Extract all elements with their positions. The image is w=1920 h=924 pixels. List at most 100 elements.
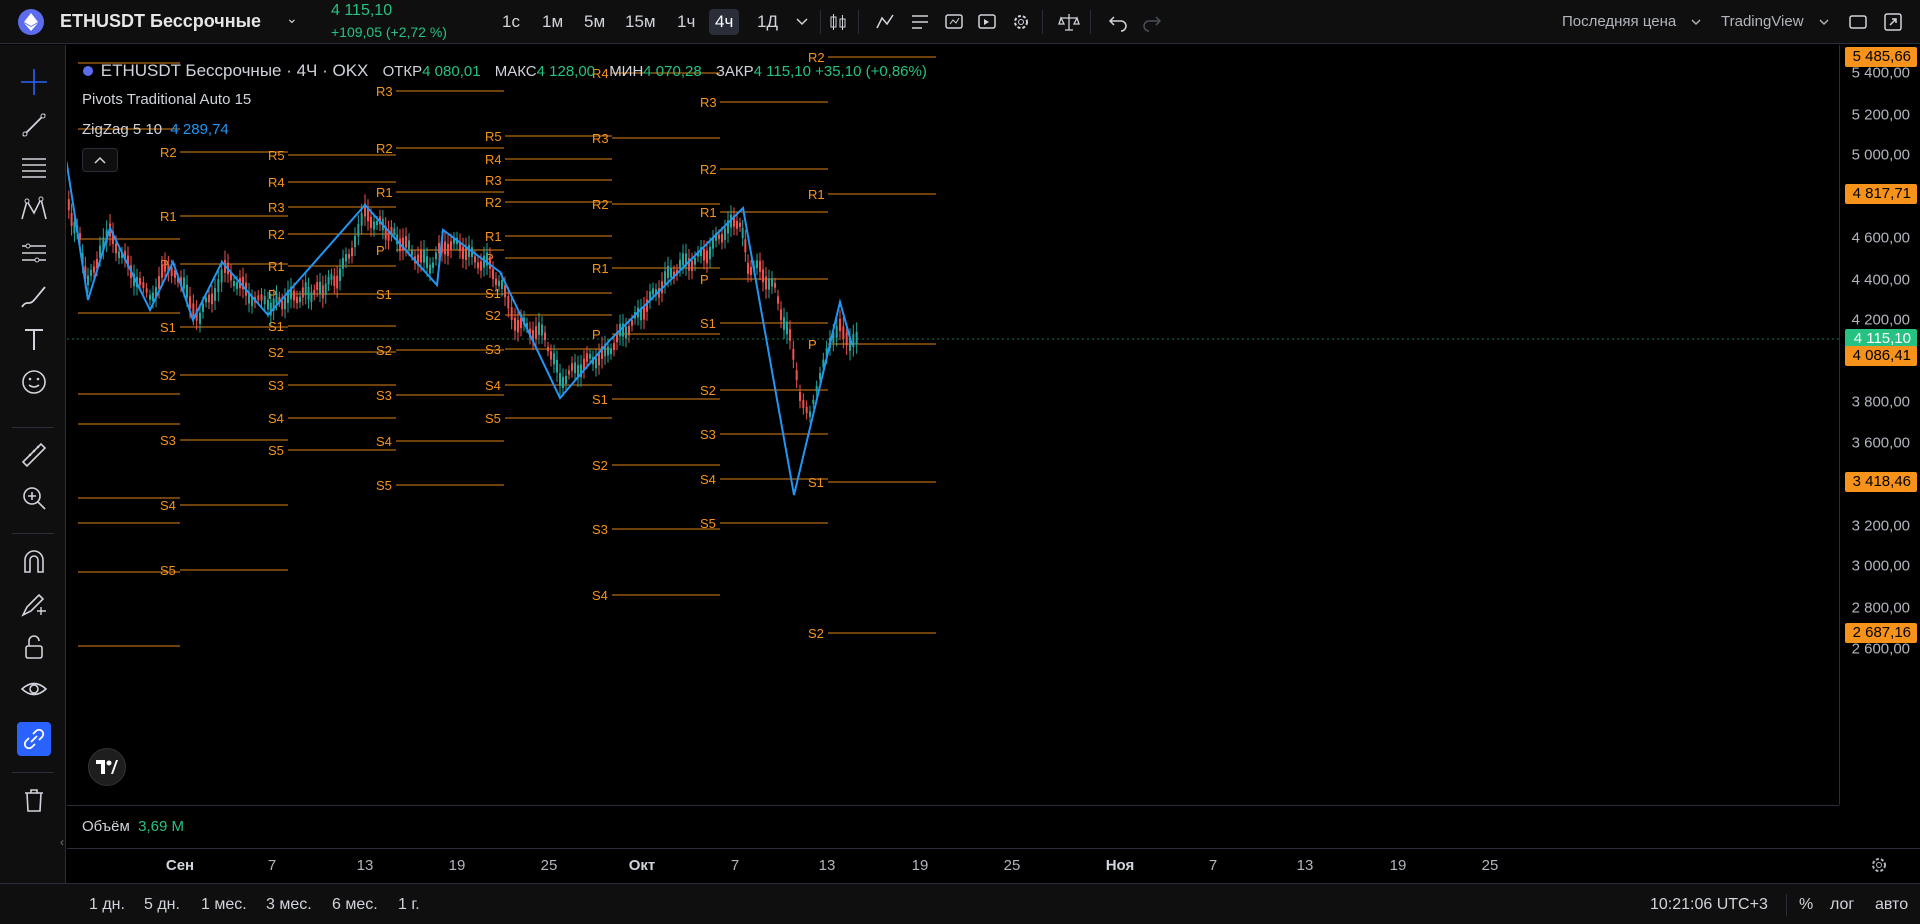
indicators-icon[interactable]	[873, 10, 897, 34]
range-5d[interactable]: 5 дн.	[144, 896, 180, 914]
volume-legend[interactable]: Объём 3,69 M	[82, 818, 184, 835]
candle-body	[336, 275, 339, 289]
pivot-level-label: S2	[808, 626, 824, 641]
candle-body	[281, 300, 284, 310]
log-toggle[interactable]: лог	[1830, 896, 1854, 914]
undo-icon[interactable]	[1106, 10, 1130, 34]
legend-collapse-button[interactable]	[82, 148, 118, 172]
gear-icon[interactable]	[1009, 10, 1033, 34]
legend-zigzag[interactable]: ZigZag 5 10 4 289,74	[82, 121, 229, 138]
legend-pivots[interactable]: Pivots Traditional Auto 15	[82, 91, 251, 108]
pivot-level-label: R2	[268, 227, 285, 242]
candles-icon[interactable]	[826, 10, 850, 34]
chart-canvas[interactable]: R2 R1 P S1 S2 S3 S4 S5 R5 R4 R3 R2 R1 P S1 S2 S3 S4 S5 R3 R2…	[67, 45, 1839, 805]
price-change: +109,05 (+2,72 %)	[331, 24, 447, 40]
pivot-level-label: S2	[160, 368, 176, 383]
chevron-down-icon[interactable]	[1812, 11, 1836, 35]
eye-icon[interactable]	[17, 672, 51, 706]
candle-body	[721, 233, 723, 243]
tf-1s[interactable]: 1с	[496, 9, 526, 35]
candle-body	[301, 287, 304, 298]
text-icon[interactable]	[17, 322, 51, 356]
chevron-down-icon[interactable]	[1684, 11, 1708, 35]
chevron-down-icon[interactable]: ⌄	[286, 10, 298, 27]
tf-15m[interactable]: 15м	[619, 9, 662, 35]
candle-body	[625, 326, 627, 339]
timeframe-dropdown-icon[interactable]	[790, 10, 814, 34]
time-tick-label: 19	[1389, 857, 1407, 874]
candle-body	[492, 269, 494, 280]
time-tick-label: 7	[730, 857, 740, 874]
price-chart[interactable]: R2 R1 P S1 S2 S3 S4 S5 R5 R4 R3 R2 R1 P S1 S2 S3 S4 S5 R3 R2…	[67, 45, 1839, 805]
tf-1m[interactable]: 1м	[536, 9, 569, 35]
forecast-icon[interactable]	[17, 236, 51, 270]
time-tick-label: 19	[911, 857, 929, 874]
tradingview-logo[interactable]	[88, 748, 126, 786]
pivot-level-label: S2	[268, 345, 284, 360]
candle-body	[405, 236, 407, 248]
candle-body	[559, 373, 561, 386]
compare-scales-icon[interactable]	[1057, 10, 1081, 34]
trash-icon[interactable]	[17, 783, 51, 817]
candle-body	[507, 296, 510, 309]
alert-icon[interactable]	[942, 10, 966, 34]
candle-body	[319, 281, 321, 294]
candle-body	[553, 353, 555, 365]
stay-drawing-icon[interactable]	[17, 587, 51, 621]
templates-icon[interactable]	[908, 10, 932, 34]
chart-source-select[interactable]: TradingView	[1721, 13, 1804, 30]
fullscreen-icon[interactable]	[1846, 10, 1870, 34]
volume-label: Объём	[82, 818, 130, 835]
candle-body	[199, 312, 201, 324]
redo-icon[interactable]	[1140, 10, 1164, 34]
price-axis[interactable]: 5 400,00 5 200,00 5 000,00 4 600,00 4 400,00…	[1839, 45, 1920, 805]
collapse-toolbar-icon[interactable]: ‹	[60, 835, 64, 849]
brush-icon[interactable]	[17, 279, 51, 313]
pivot-level-label: R1	[592, 261, 609, 276]
candle-body	[205, 297, 207, 303]
tf-4h[interactable]: 4ч	[709, 9, 740, 35]
tf-1h[interactable]: 1ч	[671, 9, 701, 35]
link-icon[interactable]	[17, 722, 51, 756]
candle-body	[208, 294, 210, 303]
fib-icon[interactable]	[17, 151, 51, 185]
candle-body	[768, 278, 770, 290]
candle-body	[373, 221, 375, 230]
lock-icon[interactable]	[17, 630, 51, 664]
trend-line-icon[interactable]	[17, 108, 51, 142]
candle-body	[310, 292, 313, 302]
percent-toggle[interactable]: %	[1799, 896, 1813, 914]
crosshair-icon[interactable]	[17, 65, 51, 99]
tf-1d[interactable]: 1Д	[751, 9, 784, 35]
legend-high-label: МАКС	[494, 63, 537, 80]
range-1d[interactable]: 1 дн.	[89, 896, 125, 914]
clock[interactable]: 10:21:06 UTC+3	[1650, 896, 1768, 914]
candle-body	[87, 275, 89, 286]
pivot-level-label: S2	[592, 458, 608, 473]
range-6m[interactable]: 6 мес.	[332, 896, 378, 914]
candle-body	[855, 331, 858, 345]
candle-body	[435, 252, 437, 260]
snapshot-icon[interactable]	[1881, 10, 1905, 34]
price-type-select[interactable]: Последняя цена	[1562, 13, 1676, 30]
pivot-level-label: S1	[808, 475, 824, 490]
emoji-icon[interactable]	[17, 365, 51, 399]
candle-body	[260, 294, 263, 301]
time-axis[interactable]: Сен 7 13 19 25 Окт 7 13 19 25 Ноя 7 13 19 25	[67, 848, 1920, 882]
range-3m[interactable]: 3 мес.	[266, 896, 312, 914]
zoom-in-icon[interactable]	[17, 481, 51, 515]
replay-icon[interactable]	[975, 10, 999, 34]
ruler-icon[interactable]	[17, 438, 51, 472]
range-1m[interactable]: 1 мес.	[201, 896, 247, 914]
tf-5m[interactable]: 5м	[578, 9, 611, 35]
auto-toggle[interactable]: авто	[1875, 896, 1908, 914]
symbol-name[interactable]: ETHUSDT Бессрочные	[60, 11, 261, 32]
legend-open-label: ОТКР	[382, 63, 423, 80]
range-1y[interactable]: 1 г.	[398, 896, 420, 914]
magnet-icon[interactable]	[17, 544, 51, 578]
pivot-level-label: S2	[376, 343, 392, 358]
legend-title[interactable]: ETHUSDT Бессрочные · 4Ч · OKX	[101, 61, 369, 80]
settings-gear-icon[interactable]	[1867, 853, 1891, 877]
pivot-level-label: R2	[485, 195, 502, 210]
pattern-icon[interactable]	[17, 193, 51, 227]
